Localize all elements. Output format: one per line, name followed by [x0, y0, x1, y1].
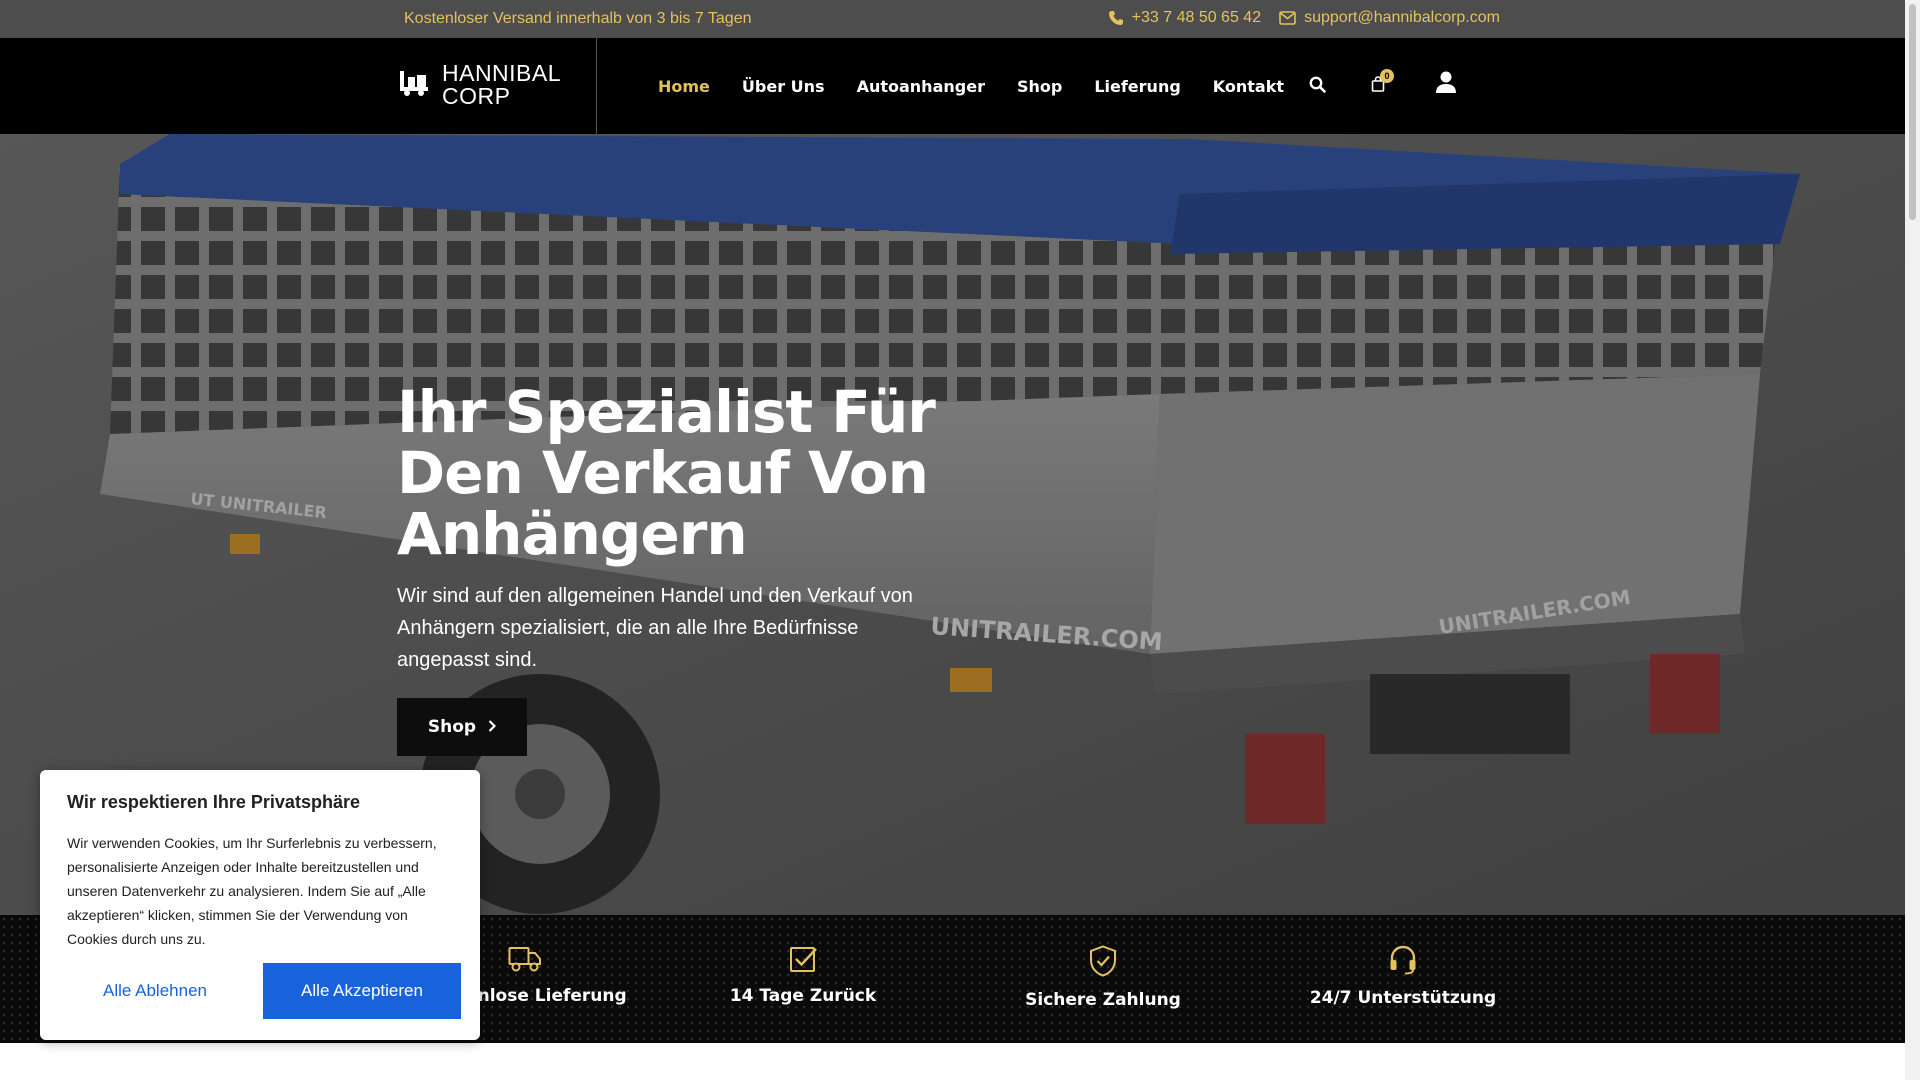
email-address: support@hannibalcorp.com: [1304, 9, 1500, 26]
headset-icon: [1283, 945, 1523, 980]
hero-title: Ihr Spezialist Für Den Verkauf Von Anhän…: [397, 378, 936, 568]
cookie-consent-banner: Wir respektieren Ihre Privatsphäre Wir v…: [40, 770, 480, 1040]
logo-truck-icon: [398, 69, 430, 102]
phone-number: +33 7 48 50 65 42: [1131, 9, 1262, 26]
envelope-icon: [1279, 11, 1296, 25]
logo-text: HANNIBAL CORP: [442, 62, 561, 108]
phone-link[interactable]: +33 7 48 50 65 42: [1108, 9, 1261, 27]
logo-line-1: HANNIBAL: [442, 60, 562, 86]
shop-button[interactable]: Shop: [397, 698, 527, 756]
reject-all-button[interactable]: Alle Ablehnen: [67, 963, 243, 1019]
feature-14-day-return: 14 Tage Zurück: [683, 945, 923, 1006]
phone-icon: [1108, 10, 1124, 26]
main-nav: Home Über Uns Autoanhanger Shop Lieferun…: [658, 38, 1284, 134]
header-divider: [596, 38, 597, 134]
search-icon[interactable]: [1309, 76, 1326, 98]
cookie-title: Wir respektieren Ihre Privatsphäre: [67, 792, 360, 812]
feature-label: 14 Tage Zurück: [729, 986, 877, 1006]
accept-all-button[interactable]: Alle Akzeptieren: [263, 963, 461, 1019]
shipping-promo: Kostenloser Versand innerhalb von 3 bis …: [404, 10, 752, 27]
shield-check-icon: [983, 945, 1223, 982]
logo[interactable]: HANNIBAL CORP: [398, 62, 561, 108]
cart-count-badge: 0: [1380, 69, 1394, 83]
nav-item-home[interactable]: Home: [658, 77, 710, 96]
nav-item-ueber-uns[interactable]: Über Uns: [742, 77, 825, 96]
shop-button-label: Shop: [427, 717, 477, 737]
page: Kostenloser Versand innerhalb von 3 bis …: [0, 0, 1920, 1080]
feature-label: Sichere Zahlung: [1025, 990, 1181, 1010]
logo-line-2: CORP: [442, 83, 511, 109]
page-scrollbar[interactable]: [1905, 0, 1920, 1080]
top-bar: Kostenloser Versand innerhalb von 3 bis …: [0, 0, 1905, 38]
cookie-buttons: Alle Ablehnen Alle Akzeptieren: [67, 963, 461, 1019]
nav-item-lieferung[interactable]: Lieferung: [1094, 77, 1180, 96]
feature-support: 24/7 Unterstützung: [1283, 945, 1523, 1008]
nav-item-autoanhanger[interactable]: Autoanhanger: [857, 77, 985, 96]
scrollbar-thumb[interactable]: [1909, 4, 1916, 220]
contact-info: +33 7 48 50 65 42 support@hannibalcorp.c…: [1108, 9, 1500, 27]
checkbox-icon: [683, 945, 923, 978]
email-link[interactable]: support@hannibalcorp.com: [1279, 9, 1500, 27]
hero-description: Wir sind auf den allgemeinen Handel und …: [397, 585, 913, 671]
chevron-right-icon: [488, 717, 497, 737]
user-icon[interactable]: [1436, 71, 1456, 99]
cookie-text: Wir verwenden Cookies, um Ihr Surferlebn…: [67, 835, 437, 947]
feature-secure-payment: Sichere Zahlung: [983, 945, 1223, 1010]
main-header: HANNIBAL CORP Home Über Uns Autoanhanger…: [0, 38, 1905, 134]
nav-item-kontakt[interactable]: Kontakt: [1213, 77, 1284, 96]
nav-item-shop[interactable]: Shop: [1017, 77, 1062, 96]
feature-label: 24/7 Unterstützung: [1309, 988, 1497, 1008]
